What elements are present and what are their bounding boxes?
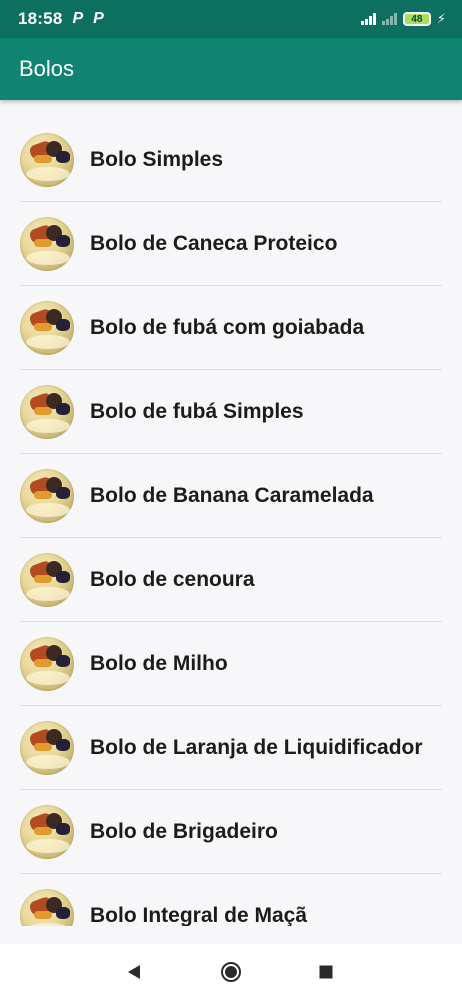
list-item[interactable]: Bolo de Brigadeiro [0, 790, 462, 874]
signal-no-service-icon [381, 13, 397, 25]
recipe-list[interactable]: Bolo Simples Bolo de Caneca Proteico Bol… [0, 118, 462, 926]
cake-thumbnail [20, 553, 74, 607]
status-indicators: 48 ⚡ [360, 11, 446, 27]
list-item[interactable]: Bolo Integral de Maçã [0, 874, 462, 926]
battery-icon: 48 [402, 12, 431, 26]
list-item-label: Bolo de Caneca Proteico [90, 232, 338, 255]
signal-icon [360, 13, 376, 25]
cake-thumbnail [20, 805, 74, 859]
cake-thumbnail [20, 889, 74, 926]
list-item-label: Bolo de Banana Caramelada [90, 484, 374, 507]
notification-p-icon: P [93, 10, 104, 27]
list-item-label: Bolo de Brigadeiro [90, 820, 278, 843]
status-time: 18:58 [18, 9, 63, 28]
cake-thumbnail [20, 217, 74, 271]
charging-icon: ⚡ [436, 11, 446, 26]
list-item-label: Bolo Simples [90, 148, 224, 171]
home-icon[interactable] [221, 962, 241, 982]
list-item[interactable]: Bolo Simples [0, 118, 462, 202]
list-item-label: Bolo de Milho [90, 652, 228, 675]
status-bar: 18:58 P P 48 ⚡ [0, 0, 462, 38]
navigation-bar [0, 944, 462, 1000]
cake-thumbnail [20, 385, 74, 439]
list-item-label: Bolo de fubá Simples [90, 400, 304, 423]
list-item[interactable]: Bolo de Milho [0, 622, 462, 706]
list-item[interactable]: Bolo de fubá Simples [0, 370, 462, 454]
list-item[interactable]: Bolo de Caneca Proteico [0, 202, 462, 286]
list-item[interactable]: Bolo de Laranja de Liquidificador [0, 706, 462, 790]
list-item[interactable]: Bolo de Banana Caramelada [0, 454, 462, 538]
list-item-label: Bolo Integral de Maçã [90, 904, 308, 926]
app-bar: Bolos [0, 38, 462, 100]
recent-apps-icon[interactable] [319, 965, 333, 979]
cake-thumbnail [20, 133, 74, 187]
list-item[interactable]: Bolo de fubá com goiabada [0, 286, 462, 370]
cake-thumbnail [20, 637, 74, 691]
cake-thumbnail [20, 301, 74, 355]
cake-thumbnail [20, 469, 74, 523]
page-title: Bolos [19, 56, 75, 81]
back-icon[interactable] [128, 965, 140, 979]
list-item-label: Bolo de cenoura [90, 568, 255, 591]
cake-thumbnail [20, 721, 74, 775]
list-item[interactable]: Bolo de cenoura [0, 538, 462, 622]
list-item-label: Bolo de fubá com goiabada [90, 316, 365, 339]
battery-level: 48 [411, 13, 423, 25]
list-item-label: Bolo de Laranja de Liquidificador [90, 736, 423, 759]
notification-p-icon: P [72, 10, 84, 27]
